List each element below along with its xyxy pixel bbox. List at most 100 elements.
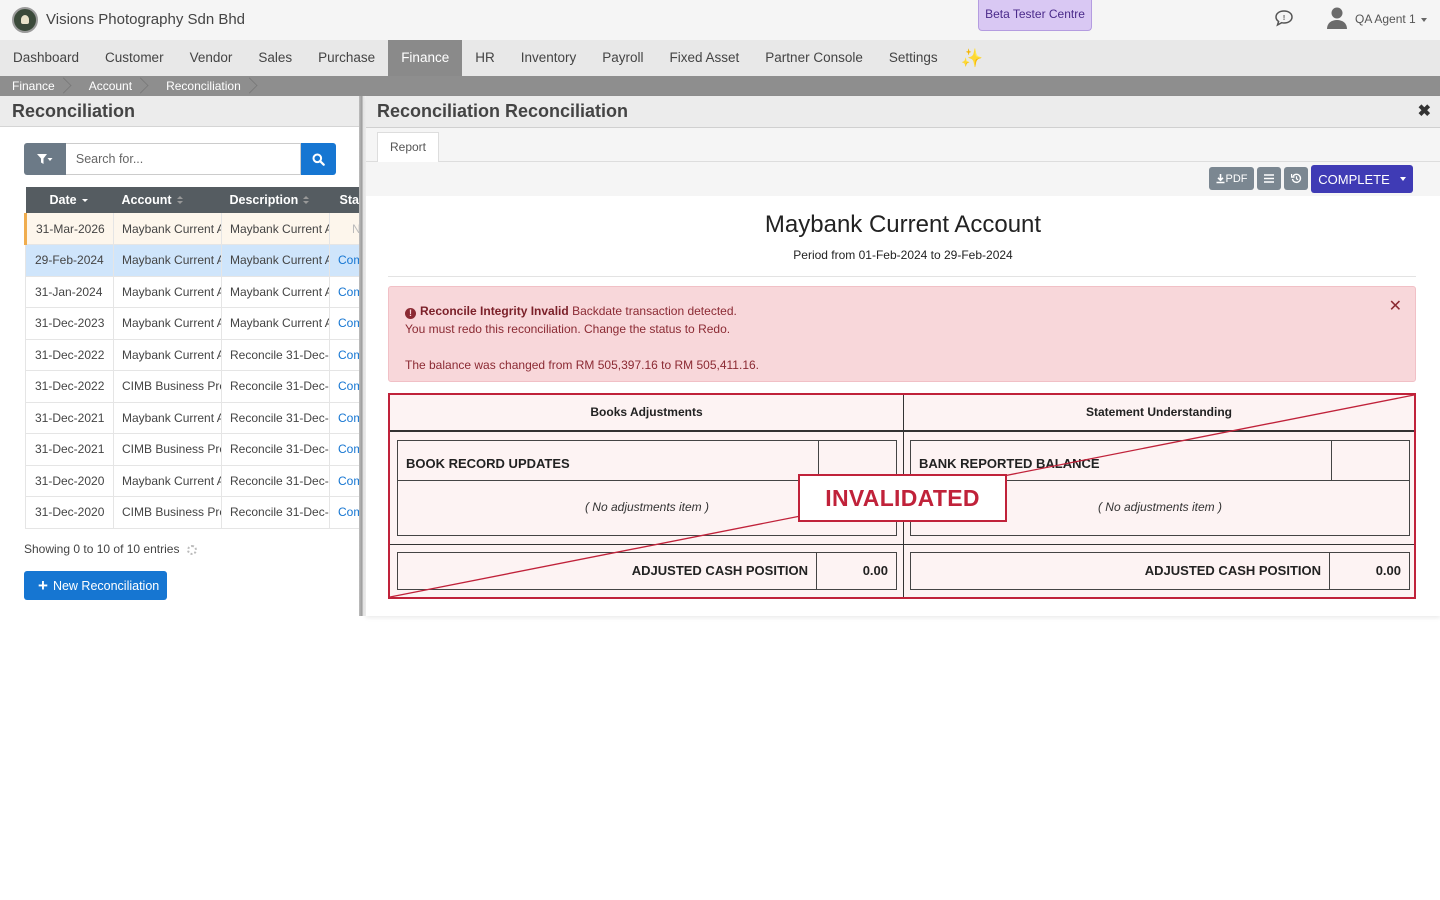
- report-period: Period from 01-Feb-2024 to 29-Feb-2024: [793, 248, 1013, 262]
- menu-customer[interactable]: Customer: [92, 40, 177, 76]
- row-date: 31-Dec-2020: [25, 465, 114, 497]
- row-account: CIMB Business Premium: [113, 496, 222, 529]
- row-date: 29-Feb-2024: [25, 244, 114, 277]
- menu-purchase[interactable]: Purchase: [305, 40, 388, 76]
- row-date: 31-Jan-2024: [25, 276, 114, 308]
- detail-header: Reconciliation Reconciliation ✖: [366, 96, 1440, 128]
- row-date: 31-Dec-2020: [25, 496, 114, 529]
- history-icon: [1290, 173, 1301, 183]
- new-reconciliation-label: New Reconciliation: [52, 578, 160, 593]
- detail-title: Reconciliation Reconciliation: [377, 101, 629, 121]
- panel-splitter[interactable]: [359, 96, 366, 616]
- row-account: Maybank Current Account: [113, 276, 222, 308]
- pdf-label: PDF: [1225, 172, 1248, 185]
- menu-sales[interactable]: Sales: [245, 40, 305, 76]
- breadcrumb-account[interactable]: Account: [69, 76, 146, 96]
- entries-text: Showing 0 to 10 of 10 entries: [24, 542, 180, 556]
- col-description[interactable]: Description: [221, 187, 330, 213]
- menu-fixed-asset[interactable]: Fixed Asset: [657, 40, 753, 76]
- sparkle-icon[interactable]: ✨: [951, 40, 993, 76]
- search-bar: [24, 143, 336, 175]
- complete-button[interactable]: COMPLETE: [1311, 165, 1413, 193]
- col-account-label: Account: [121, 193, 172, 207]
- menu-hr[interactable]: HR: [462, 40, 508, 76]
- chevron-down-icon: [1420, 17, 1427, 22]
- sort-icon: [176, 196, 183, 205]
- new-reconciliation-button[interactable]: + New Reconciliation: [24, 571, 167, 600]
- row-description: Reconcile 31-Dec-2020: [221, 465, 330, 497]
- sort-icon: [303, 196, 310, 205]
- breadcrumb: Finance Account Reconciliation: [0, 76, 1440, 96]
- report-toolbar: PDF COMPLETE: [366, 162, 1440, 196]
- alert-close-icon[interactable]: ✕: [1389, 298, 1402, 316]
- sort-desc-icon: [81, 196, 88, 205]
- menu-partner-console[interactable]: Partner Console: [752, 40, 876, 76]
- filter-button[interactable]: [24, 143, 66, 175]
- row-account: Maybank Current Account: [113, 213, 222, 245]
- list-title: Reconciliation: [12, 101, 136, 121]
- row-account: CIMB Business Premium: [113, 433, 222, 466]
- pdf-button[interactable]: PDF: [1209, 167, 1254, 190]
- filter-icon: [36, 154, 53, 164]
- col-date[interactable]: Date: [25, 187, 114, 213]
- list-view-button[interactable]: [1257, 167, 1281, 190]
- chat-icon[interactable]: !: [1274, 9, 1294, 27]
- row-account: Maybank Current Account: [113, 402, 222, 434]
- row-date: 31-Dec-2021: [25, 402, 114, 434]
- top-bar: Visions Photography Sdn Bhd Beta Tester …: [0, 0, 1440, 40]
- download-icon: [1216, 173, 1224, 183]
- menu-dashboard[interactable]: Dashboard: [0, 40, 92, 76]
- menu-settings[interactable]: Settings: [876, 40, 951, 76]
- company-name: Visions Photography Sdn Bhd: [46, 11, 246, 28]
- search-input[interactable]: [65, 143, 302, 175]
- chevron-down-icon: [1399, 177, 1406, 181]
- main-menu: Dashboard Customer Vendor Sales Purchase…: [0, 40, 1440, 76]
- breadcrumb-finance[interactable]: Finance: [0, 76, 69, 96]
- integrity-alert: ! Reconcile Integrity Invalid Backdate tr…: [388, 286, 1416, 382]
- col-date-label: Date: [49, 193, 77, 207]
- alert-line1: Backdate transaction detected.: [572, 304, 737, 318]
- user-menu[interactable]: QA Agent 1: [1355, 12, 1427, 26]
- col-account[interactable]: Account: [113, 187, 222, 213]
- loading-icon: [187, 544, 198, 555]
- row-description: Reconcile 31-Dec-2022: [221, 339, 330, 371]
- beta-tester-button[interactable]: Beta Tester Centre: [978, 0, 1092, 31]
- alert-line3: The balance was changed from RM 505,397.…: [405, 358, 759, 372]
- row-account: Maybank Current Account: [113, 339, 222, 371]
- row-account: CIMB Business Premium: [113, 370, 222, 403]
- row-date: 31-Dec-2023: [25, 307, 114, 340]
- tab-bar: Report: [366, 128, 1440, 163]
- row-description: Maybank Current Account: [221, 307, 330, 340]
- history-button[interactable]: [1284, 167, 1308, 190]
- row-account: Maybank Current Account: [113, 465, 222, 497]
- row-date: 31-Dec-2022: [25, 339, 114, 371]
- breadcrumb-reconciliation[interactable]: Reconciliation: [146, 76, 255, 96]
- complete-label: COMPLETE: [1318, 171, 1390, 187]
- list-icon: [1264, 174, 1274, 183]
- list-header: Reconciliation: [0, 96, 362, 127]
- menu-inventory[interactable]: Inventory: [508, 40, 590, 76]
- row-description: Reconcile 31-Dec-2021: [221, 402, 330, 434]
- close-icon[interactable]: ✖: [1418, 101, 1431, 121]
- row-description: Reconcile 31-Dec-2020: [221, 496, 330, 529]
- row-description: Maybank Current Account: [221, 276, 330, 308]
- company-logo: [12, 7, 38, 33]
- menu-payroll[interactable]: Payroll: [589, 40, 656, 76]
- user-icon[interactable]: [1326, 6, 1348, 30]
- tab-report[interactable]: Report: [377, 132, 439, 163]
- menu-vendor[interactable]: Vendor: [177, 40, 246, 76]
- row-account: Maybank Current Account: [113, 307, 222, 340]
- svg-text:!: !: [1283, 15, 1285, 22]
- search-icon: [312, 153, 325, 166]
- row-date: 31-Mar-2026: [24, 213, 114, 245]
- detail-panel: Reconciliation Reconciliation ✖ Report P…: [366, 96, 1440, 616]
- row-account: Maybank Current Account: [113, 244, 222, 277]
- search-button[interactable]: [301, 143, 336, 175]
- row-description: Reconcile 31-Dec-2022: [221, 370, 330, 403]
- report-title: Maybank Current Account: [764, 211, 1042, 238]
- col-description-label: Description: [229, 193, 299, 207]
- menu-finance[interactable]: Finance: [388, 40, 463, 76]
- row-description: Maybank Current Account: [221, 244, 330, 277]
- exclamation-icon: !: [405, 308, 416, 319]
- row-date: 31-Dec-2022: [25, 370, 114, 403]
